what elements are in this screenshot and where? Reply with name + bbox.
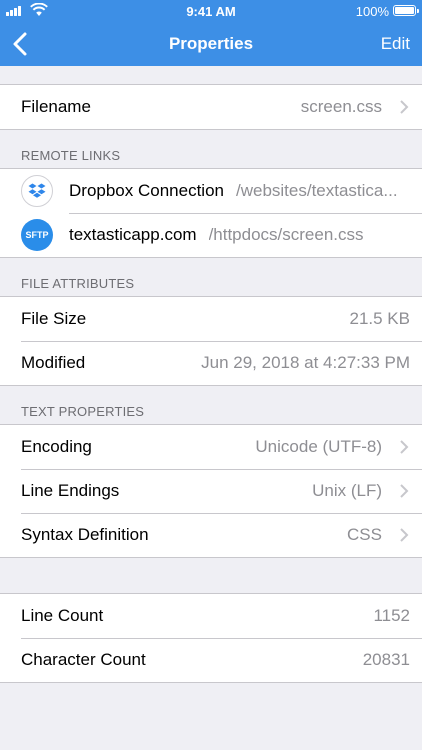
encoding-label: Encoding [21, 437, 92, 456]
navigation-bar: Properties Edit [0, 22, 422, 66]
battery-percentage: 100% [355, 4, 389, 19]
remote-links-header: REMOTE LINKS [21, 148, 121, 163]
line-count-row: Line Count 1152 [0, 594, 422, 638]
character-count-value: 20831 [362, 650, 410, 669]
chevron-right-icon [400, 528, 409, 542]
chevron-right-icon [400, 484, 409, 498]
file-attributes-group: File Size 21.5 KB Modified Jun 29, 2018 … [0, 296, 422, 386]
remote-links-group: Dropbox Connection /websites/textastica.… [0, 168, 422, 258]
remote-link-path: /websites/textastica... [235, 181, 398, 200]
filename-group: Filename screen.css [0, 84, 422, 130]
encoding-value: Unicode (UTF-8) [255, 437, 382, 456]
modified-label: Modified [21, 353, 86, 372]
line-endings-row[interactable]: Line Endings Unix (LF) [0, 469, 422, 513]
modified-row: Modified Jun 29, 2018 at 4:27:33 PM [0, 341, 422, 385]
remote-link-dropbox[interactable]: Dropbox Connection /websites/textastica.… [0, 169, 422, 213]
syntax-definition-value: CSS [347, 525, 382, 544]
properties-list: Filename screen.css REMOTE LINKS Dropbox… [0, 66, 422, 683]
filename-row[interactable]: Filename screen.css [0, 85, 422, 129]
back-button[interactable] [10, 30, 34, 58]
sftp-icon: SFTP [21, 219, 53, 251]
file-size-row: File Size 21.5 KB [0, 297, 422, 341]
text-properties-header: TEXT PROPERTIES [21, 404, 145, 419]
filename-label: Filename [21, 97, 91, 116]
syntax-definition-label: Syntax Definition [21, 525, 149, 544]
filename-value: screen.css [300, 97, 382, 116]
line-endings-value: Unix (LF) [312, 481, 382, 500]
status-bar: 9:41 AM 100% [0, 0, 422, 22]
header: 9:41 AM 100% Properties Edit [0, 0, 422, 66]
chevron-right-icon [400, 440, 409, 454]
chevron-left-icon [13, 32, 27, 56]
page-title: Properties [168, 34, 254, 53]
remote-link-sftp[interactable]: SFTP textasticapp.com /httpdocs/screen.c… [0, 213, 422, 257]
line-endings-label: Line Endings [21, 481, 120, 500]
remote-link-name: Dropbox Connection [69, 181, 224, 200]
remote-link-path: /httpdocs/screen.css [208, 225, 364, 244]
file-attributes-header: FILE ATTRIBUTES [21, 276, 135, 291]
modified-value: Jun 29, 2018 at 4:27:33 PM [201, 353, 410, 372]
dropbox-icon [21, 175, 53, 207]
file-size-value: 21.5 KB [349, 309, 411, 328]
line-count-label: Line Count [21, 606, 104, 625]
remote-link-name: textasticapp.com [69, 225, 197, 244]
counts-group: Line Count 1152 Character Count 20831 [0, 593, 422, 683]
line-count-value: 1152 [373, 606, 410, 625]
chevron-right-icon [400, 100, 409, 114]
character-count-row: Character Count 20831 [0, 638, 422, 682]
battery-icon [393, 5, 419, 16]
text-properties-group: Encoding Unicode (UTF-8) Line Endings Un… [0, 424, 422, 558]
character-count-label: Character Count [21, 650, 146, 669]
file-size-label: File Size [21, 309, 87, 328]
edit-button[interactable]: Edit [381, 34, 410, 54]
encoding-row[interactable]: Encoding Unicode (UTF-8) [0, 425, 422, 469]
syntax-definition-row[interactable]: Syntax Definition CSS [0, 513, 422, 557]
